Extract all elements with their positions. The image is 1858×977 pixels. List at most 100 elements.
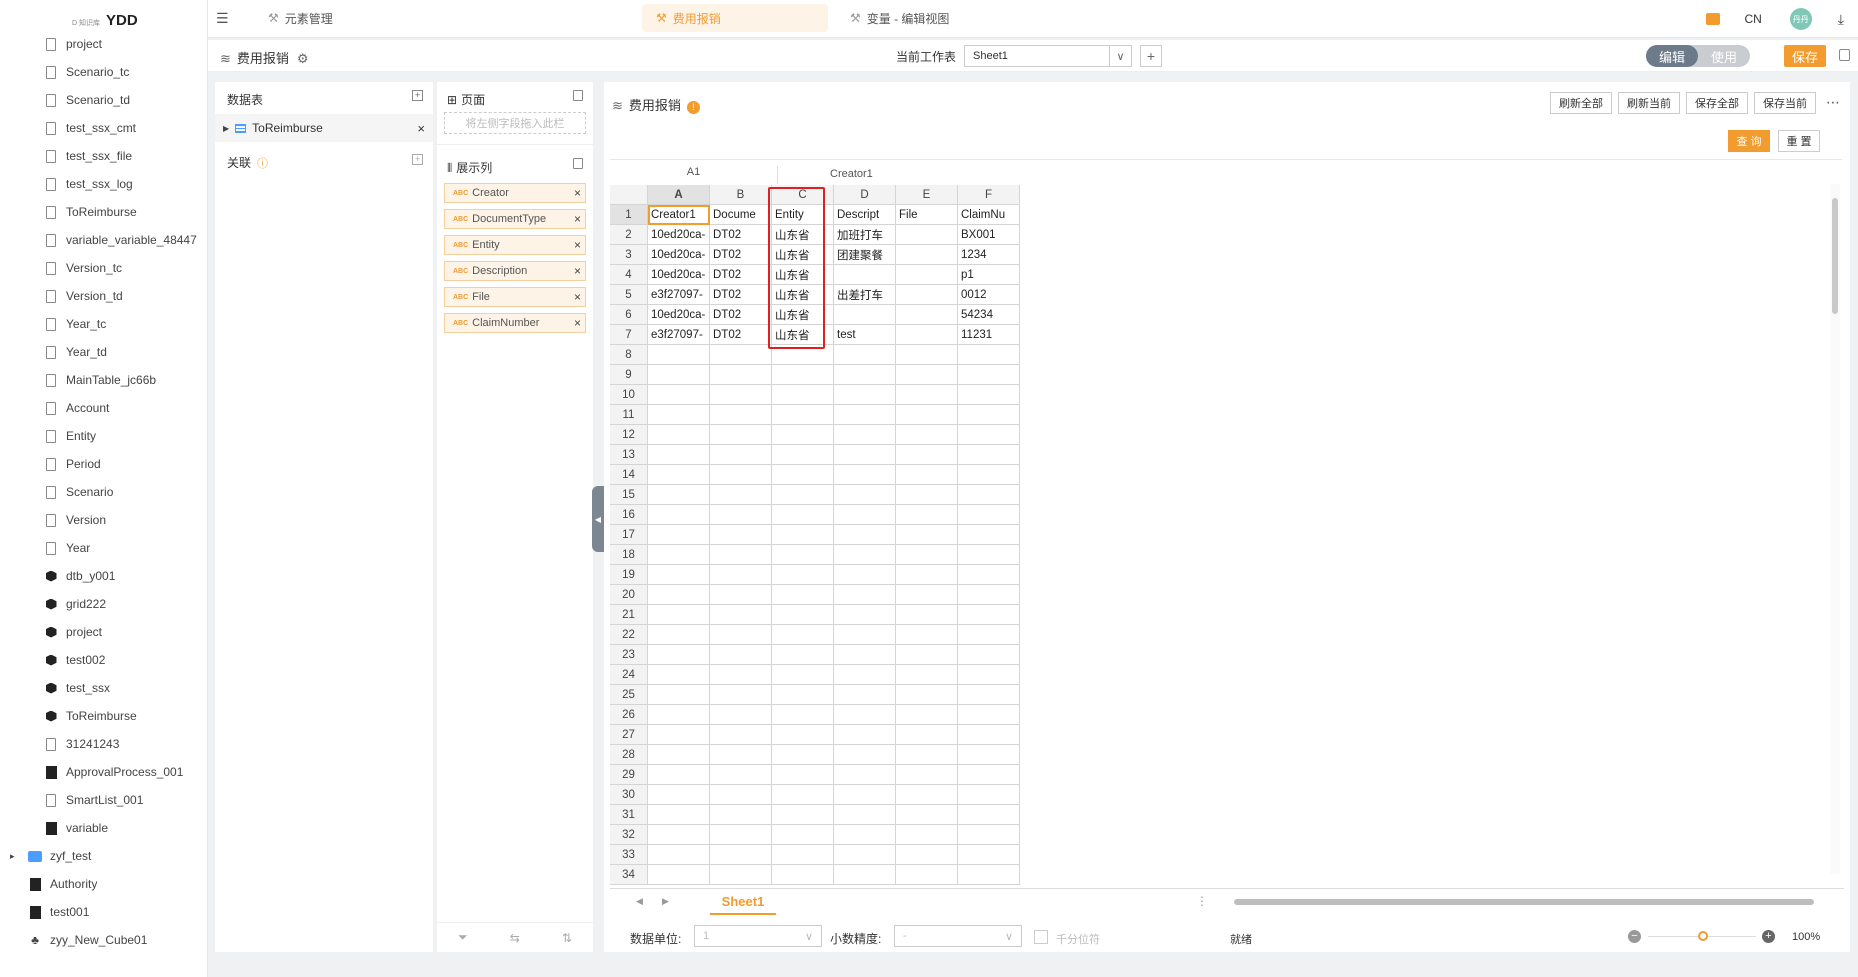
table-cell[interactable]	[834, 765, 896, 785]
table-cell[interactable]: Creator1	[648, 205, 710, 225]
filter-icon[interactable]: ⏷	[458, 930, 468, 945]
table-cell[interactable]	[710, 585, 772, 605]
table-cell[interactable]: 0012	[958, 285, 1020, 305]
table-cell[interactable]	[896, 725, 958, 745]
table-cell[interactable]: 出差打车	[834, 285, 896, 305]
table-cell[interactable]	[772, 825, 834, 845]
table-cell[interactable]	[772, 345, 834, 365]
mode-edit[interactable]: 编辑	[1646, 45, 1698, 67]
table-cell[interactable]	[648, 805, 710, 825]
table-cell[interactable]	[958, 385, 1020, 405]
table-cell[interactable]: 10ed20ca-	[648, 225, 710, 245]
table-cell[interactable]	[772, 785, 834, 805]
worksheet-select[interactable]: Sheet1 ∨	[964, 45, 1133, 67]
table-cell[interactable]	[896, 845, 958, 865]
table-cell[interactable]: 10ed20ca-	[648, 265, 710, 285]
table-cell[interactable]	[834, 785, 896, 805]
table-cell[interactable]	[710, 665, 772, 685]
table-cell[interactable]	[834, 545, 896, 565]
save-button[interactable]: 保存	[1784, 45, 1826, 67]
spreadsheet-grid[interactable]: A B C D E F 1 Creator1 Docume Entity Descript File C…	[610, 185, 1020, 885]
table-cell[interactable]	[834, 485, 896, 505]
tree-item[interactable]: Scenario_td	[0, 86, 208, 114]
table-cell[interactable]	[834, 425, 896, 445]
horizontal-scrollbar[interactable]	[1220, 897, 1834, 907]
swap-icon[interactable]: ⇆	[510, 931, 520, 945]
thousands-checkbox[interactable]	[1034, 930, 1048, 944]
table-cell[interactable]	[648, 365, 710, 385]
table-cell[interactable]	[648, 605, 710, 625]
row-header[interactable]: 31	[610, 805, 648, 825]
table-cell[interactable]	[896, 625, 958, 645]
row-header[interactable]: 4	[610, 265, 648, 285]
table-cell[interactable]	[648, 405, 710, 425]
table-cell[interactable]	[772, 585, 834, 605]
caret-right-icon[interactable]: ▸	[10, 851, 15, 862]
table-cell[interactable]	[896, 405, 958, 425]
table-cell[interactable]	[834, 605, 896, 625]
table-cell[interactable]	[834, 625, 896, 645]
tree-item[interactable]: grid222	[0, 590, 208, 618]
tree-item[interactable]: Period	[0, 450, 208, 478]
table-cell[interactable]	[896, 445, 958, 465]
close-icon[interactable]: ×	[417, 121, 425, 136]
tree-item[interactable]: Year_tc	[0, 310, 208, 338]
language-switch[interactable]: CN	[1744, 12, 1761, 26]
column-header[interactable]: C	[772, 185, 834, 205]
table-cell[interactable]	[958, 565, 1020, 585]
tree-item[interactable]: ToReimburse	[0, 702, 208, 730]
table-cell[interactable]	[772, 365, 834, 385]
save-page-icon[interactable]	[573, 90, 583, 101]
zoom-out-icon[interactable]: −	[1628, 930, 1641, 943]
column-header[interactable]: E	[896, 185, 958, 205]
row-header[interactable]: 7	[610, 325, 648, 345]
table-cell[interactable]	[896, 805, 958, 825]
table-cell[interactable]: Entity	[772, 205, 834, 225]
corner-cell[interactable]	[610, 185, 648, 205]
table-cell[interactable]	[834, 525, 896, 545]
table-cell[interactable]: Docume	[710, 205, 772, 225]
table-cell[interactable]	[710, 605, 772, 625]
table-cell[interactable]	[648, 765, 710, 785]
zoom-slider-handle[interactable]	[1698, 931, 1708, 941]
table-cell[interactable]	[648, 845, 710, 865]
sort-icon[interactable]: ⇅	[562, 931, 572, 945]
table-cell[interactable]	[648, 485, 710, 505]
table-cell[interactable]	[772, 665, 834, 685]
table-cell[interactable]: 10ed20ca-	[648, 245, 710, 265]
row-header[interactable]: 16	[610, 505, 648, 525]
table-cell[interactable]	[958, 725, 1020, 745]
table-cell[interactable]	[834, 445, 896, 465]
table-cell[interactable]	[710, 765, 772, 785]
add-table-icon[interactable]: +	[412, 90, 423, 101]
table-cell[interactable]	[834, 665, 896, 685]
table-cell[interactable]: test	[834, 325, 896, 345]
table-cell[interactable]: DT02	[710, 225, 772, 245]
tree-item[interactable]: Scenario_tc	[0, 58, 208, 86]
table-cell[interactable]: File	[896, 205, 958, 225]
more-icon[interactable]: ⋯	[1826, 94, 1840, 111]
row-header[interactable]: 19	[610, 565, 648, 585]
table-cell[interactable]	[896, 245, 958, 265]
table-cell[interactable]	[958, 785, 1020, 805]
row-header[interactable]: 9	[610, 365, 648, 385]
table-cell[interactable]	[648, 345, 710, 365]
query-button[interactable]: 查 询	[1728, 130, 1770, 152]
row-header[interactable]: 33	[610, 845, 648, 865]
table-cell[interactable]	[710, 425, 772, 445]
table-cell[interactable]	[896, 685, 958, 705]
precision-select[interactable]: - ∨	[894, 925, 1022, 947]
row-header[interactable]: 32	[610, 825, 648, 845]
display-field[interactable]: ABC Entity ×	[444, 235, 586, 255]
table-cell[interactable]	[958, 545, 1020, 565]
tree-item[interactable]: Version_tc	[0, 254, 208, 282]
row-header[interactable]: 8	[610, 345, 648, 365]
table-cell[interactable]	[958, 425, 1020, 445]
tree-item[interactable]: Version_td	[0, 282, 208, 310]
table-cell[interactable]	[648, 745, 710, 765]
formula-bar[interactable]: Creator1	[830, 168, 873, 180]
table-cell[interactable]	[710, 405, 772, 425]
table-cell[interactable]	[896, 545, 958, 565]
mode-use[interactable]: 使用	[1698, 45, 1750, 67]
avatar[interactable]: 丹丹	[1789, 8, 1812, 30]
